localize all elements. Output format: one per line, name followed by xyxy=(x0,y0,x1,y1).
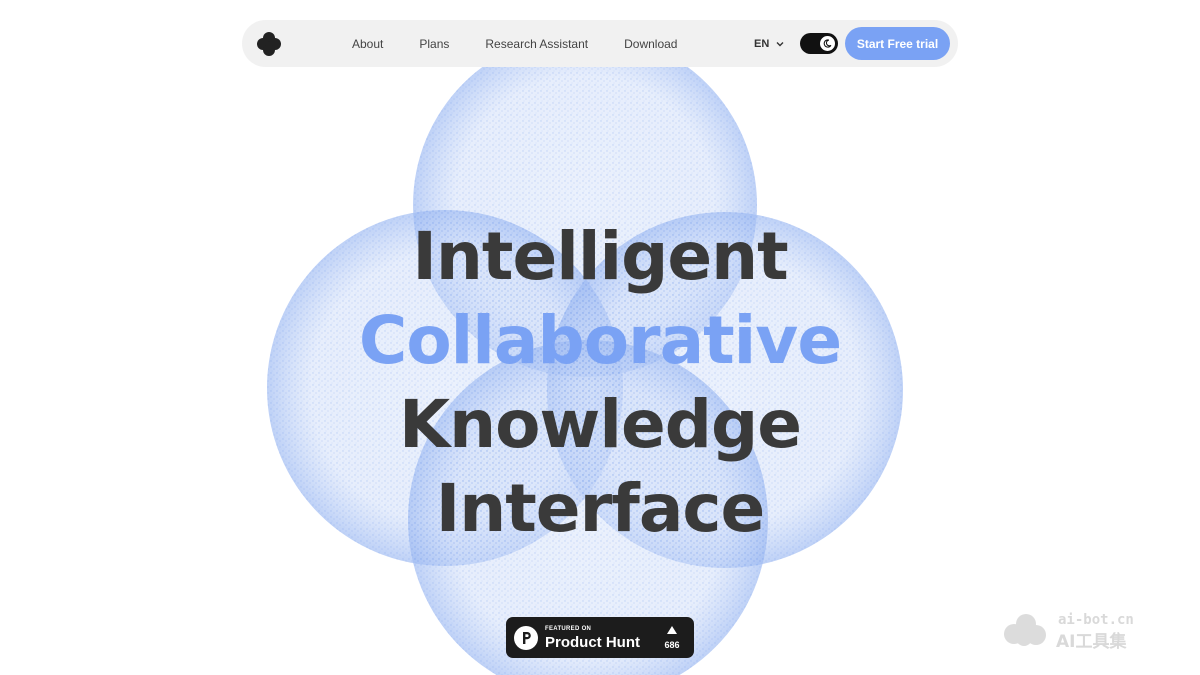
landing-page: About Plans Research Assistant Download … xyxy=(0,0,1200,675)
language-label: EN xyxy=(754,37,770,50)
hero-line-intelligent: Intelligent xyxy=(412,218,788,295)
hero-line-knowledge: Knowledge xyxy=(398,386,802,463)
theme-toggle-knob xyxy=(820,36,835,51)
badge-vote-count: 686 xyxy=(664,640,680,650)
nav-link-about[interactable]: About xyxy=(352,37,383,51)
nav-link-research-assistant[interactable]: Research Assistant xyxy=(485,37,588,51)
hero-headline: Intelligent Collaborative Knowledge Inte… xyxy=(300,215,900,551)
watermark-domain: ai-bot.cn xyxy=(1058,612,1134,628)
clover-logo-icon[interactable] xyxy=(256,31,282,57)
watermark-logo-icon xyxy=(1004,614,1046,646)
chevron-down-icon xyxy=(776,41,784,46)
theme-toggle[interactable] xyxy=(800,33,838,54)
language-selector[interactable]: EN xyxy=(754,20,785,67)
moon-icon xyxy=(823,39,832,48)
product-hunt-icon xyxy=(514,626,538,650)
nav-links: About Plans Research Assistant Download xyxy=(352,20,713,67)
hero-line-interface: Interface xyxy=(435,470,766,547)
badge-featured-label: FEATURED ON xyxy=(545,626,592,632)
nav-link-plans[interactable]: Plans xyxy=(419,37,449,51)
upvote-triangle-icon xyxy=(667,626,677,634)
start-free-trial-button[interactable]: Start Free trial xyxy=(845,27,950,60)
nav-link-download[interactable]: Download xyxy=(624,37,677,51)
watermark-title: AI工具集 xyxy=(1056,632,1127,652)
hero-line-collaborative: Collaborative xyxy=(358,302,842,379)
watermark: ai-bot.cn AI工具集 xyxy=(1000,612,1160,652)
product-hunt-badge[interactable]: FEATURED ON Product Hunt 686 xyxy=(506,617,694,658)
badge-product-name: Product Hunt xyxy=(545,634,640,651)
top-navbar: About Plans Research Assistant Download … xyxy=(242,20,958,67)
